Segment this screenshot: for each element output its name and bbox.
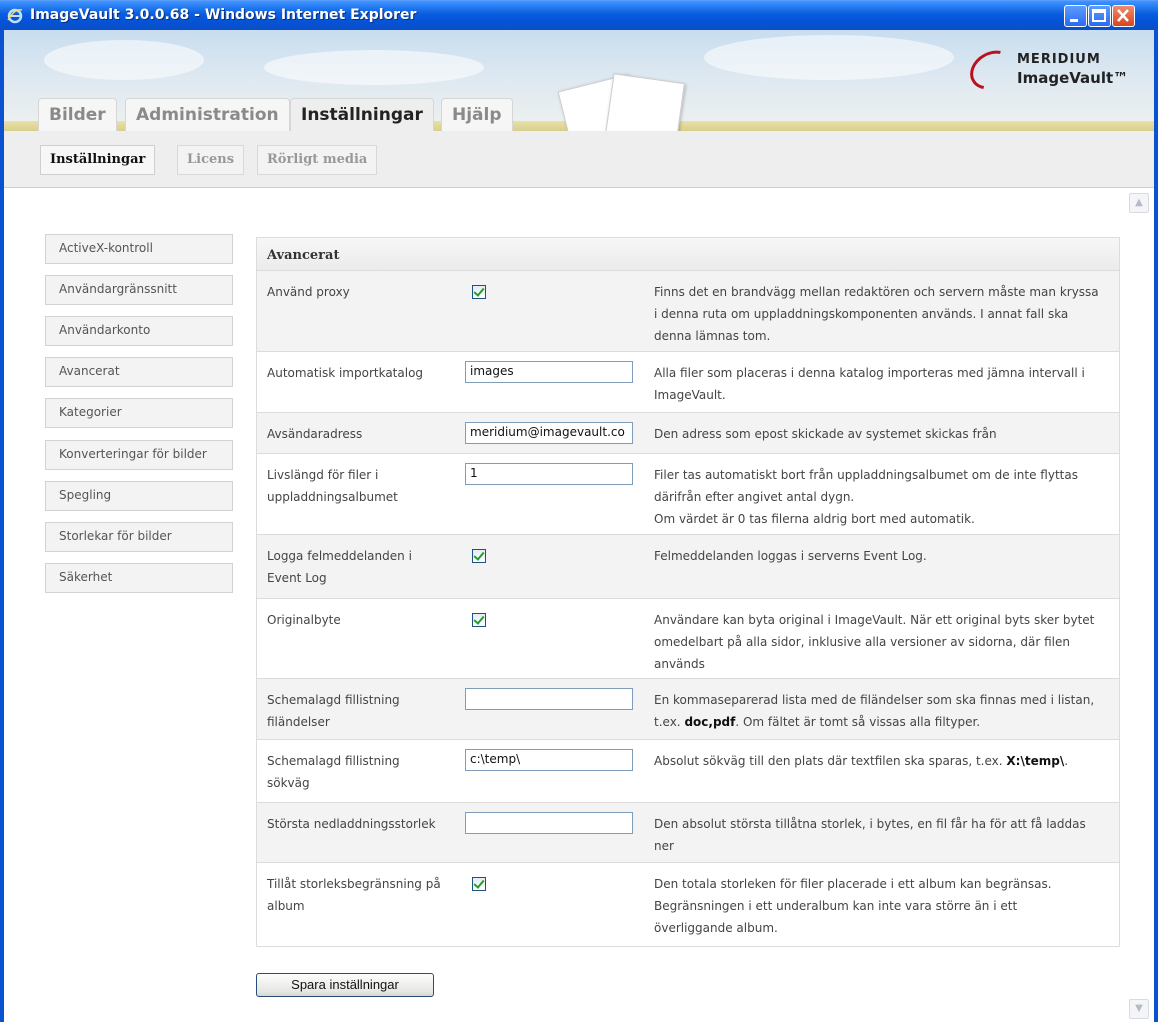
- settings-row: Största nedladdningsstorlek Den absolut …: [257, 803, 1119, 863]
- ie-icon: [7, 8, 23, 24]
- sidebar-item-anvandargranssnitt[interactable]: Användargränssnitt: [45, 275, 233, 305]
- setting-description: Absolut sökväg till den plats där textfi…: [654, 750, 1099, 772]
- save-settings-button[interactable]: Spara inställningar: [256, 973, 434, 997]
- import-folder-input[interactable]: images: [465, 361, 633, 383]
- setting-description: Den adress som epost skickade av systeme…: [654, 427, 997, 441]
- sidebar-item-anvandarkonto[interactable]: Användarkonto: [45, 316, 233, 346]
- settings-row: Livslängd för filer i uppladdningsalbume…: [257, 454, 1119, 535]
- subtab-installningar[interactable]: Inställningar: [40, 145, 156, 175]
- setting-label: Originalbyte: [267, 613, 341, 627]
- settings-row: Schemalagd fillistning sökväg c:\temp\ A…: [257, 740, 1119, 803]
- settings-row: Tillåt storleksbegränsning på album Den …: [257, 863, 1119, 946]
- sidebar-item-storlekar[interactable]: Storlekar för bilder: [45, 522, 233, 552]
- setting-label: Schemalagd fillistning sökväg: [267, 754, 400, 790]
- vertical-scrollbar[interactable]: ▲ ▼: [1128, 193, 1154, 1022]
- setting-description: Alla filer som placeras i denna katalog …: [654, 366, 1085, 402]
- sidebar-item-spegling[interactable]: Spegling: [45, 481, 233, 511]
- setting-label: Största nedladdningsstorlek: [267, 817, 436, 831]
- app-header: MERIDIUM ImageVault™ Bilder Administrati…: [4, 30, 1154, 131]
- setting-description: Felmeddelanden loggas i serverns Event L…: [654, 549, 927, 563]
- listing-path-input[interactable]: c:\temp\: [465, 749, 633, 771]
- sender-address-input[interactable]: meridium@imagevault.co: [465, 422, 633, 444]
- setting-description: Den absolut största tillåtna storlek, i …: [654, 817, 1086, 853]
- description-text: Absolut sökväg till den plats där textfi…: [654, 754, 1003, 768]
- setting-label: Livslängd för filer i uppladdningsalbume…: [267, 468, 398, 504]
- setting-description: Filer tas automatiskt bort från uppladdn…: [654, 464, 1099, 530]
- window-title: ImageVault 3.0.0.68 - Windows Internet E…: [30, 7, 417, 23]
- description-example: X:\temp\: [1006, 754, 1065, 768]
- meridium-logo: MERIDIUM ImageVault™: [963, 42, 1149, 98]
- setting-description: Den totala storleken för filer placerade…: [654, 877, 1052, 935]
- setting-label: Tillåt storleksbegränsning på album: [267, 877, 441, 913]
- logo-text-top: MERIDIUM: [1017, 52, 1101, 67]
- header-photo: [605, 73, 685, 131]
- subtab-rorligt-media[interactable]: Rörligt media: [257, 145, 378, 175]
- window-frame-right: [1154, 30, 1158, 1022]
- sidebar-item-avancerat[interactable]: Avancerat: [45, 357, 233, 387]
- setting-description-line: Filer tas automatiskt bort från uppladdn…: [654, 468, 1078, 504]
- tab-installningar[interactable]: Inställningar: [290, 98, 434, 131]
- maximize-button[interactable]: [1088, 5, 1111, 27]
- window-titlebar: ImageVault 3.0.0.68 - Windows Internet E…: [0, 0, 1158, 30]
- settings-row: Logga felmeddelanden i Event Log Felmedd…: [257, 535, 1119, 599]
- subtab-licens[interactable]: Licens: [177, 145, 245, 175]
- setting-description: Användare kan byta original i ImageVault…: [654, 613, 1095, 671]
- setting-description: Finns det en brandvägg mellan redaktören…: [654, 285, 1099, 343]
- log-errors-checkbox[interactable]: [472, 549, 486, 563]
- logo-swoosh-icon: [963, 42, 1021, 98]
- settings-row: Originalbyte Användare kan byta original…: [257, 599, 1119, 679]
- logo-text-bottom: ImageVault™: [1017, 69, 1129, 87]
- sidebar-item-kategorier[interactable]: Kategorier: [45, 398, 233, 428]
- description-example: doc,pdf: [684, 715, 736, 729]
- file-extensions-input[interactable]: [465, 688, 633, 710]
- header-decoration: [44, 40, 204, 80]
- original-swap-checkbox[interactable]: [472, 613, 486, 627]
- panel-header: Avancerat: [257, 238, 1119, 271]
- close-icon: [1117, 9, 1129, 22]
- panel-title: Avancerat: [267, 248, 340, 263]
- tab-administration[interactable]: Administration: [125, 98, 290, 131]
- sidebar-item-activex[interactable]: ActiveX-kontroll: [45, 234, 233, 264]
- setting-label: Logga felmeddelanden i Event Log: [267, 549, 412, 585]
- sidebar-item-sakerhet[interactable]: Säkerhet: [45, 563, 233, 593]
- scroll-up-arrow-icon[interactable]: ▲: [1129, 193, 1149, 213]
- settings-panel: Avancerat Använd proxy Finns det en bran…: [256, 237, 1120, 947]
- settings-row: Automatisk importkatalog images Alla fil…: [257, 352, 1119, 413]
- description-text: .: [1064, 754, 1069, 768]
- sub-navigation: Inställningar Licens Rörligt media: [4, 131, 1154, 188]
- settings-row: Avsändaradress meridium@imagevault.co De…: [257, 413, 1119, 454]
- setting-description-line: Om värdet är 0 tas filerna aldrig bort m…: [654, 512, 975, 526]
- settings-row: Schemalagd fillistning filändelser En ko…: [257, 679, 1119, 740]
- description-text: . Om fältet är tomt så vissas alla filty…: [735, 715, 981, 729]
- settings-row: Använd proxy Finns det en brandvägg mell…: [257, 271, 1119, 352]
- setting-label: Använd proxy: [267, 285, 350, 299]
- header-decoration: [704, 35, 954, 80]
- header-decoration: [264, 50, 484, 85]
- setting-label: Avsändaradress: [267, 427, 363, 441]
- scroll-down-arrow-icon[interactable]: ▼: [1129, 999, 1149, 1019]
- album-size-limit-checkbox[interactable]: [472, 877, 486, 891]
- minimize-button[interactable]: [1064, 5, 1087, 27]
- upload-lifetime-input[interactable]: 1: [465, 463, 633, 485]
- minimize-icon: [1070, 19, 1078, 22]
- tab-hjalp[interactable]: Hjälp: [441, 98, 513, 131]
- setting-label: Automatisk importkatalog: [267, 366, 424, 380]
- maximize-icon: [1092, 9, 1106, 22]
- setting-label: Schemalagd fillistning filändelser: [267, 693, 400, 729]
- tab-bilder[interactable]: Bilder: [38, 98, 117, 131]
- use-proxy-checkbox[interactable]: [472, 285, 486, 299]
- sidebar-item-konverteringar[interactable]: Konverteringar för bilder: [45, 440, 233, 470]
- close-button[interactable]: [1112, 5, 1135, 27]
- max-download-size-input[interactable]: [465, 812, 633, 834]
- setting-description: En kommaseparerad lista med de filändels…: [654, 689, 1099, 733]
